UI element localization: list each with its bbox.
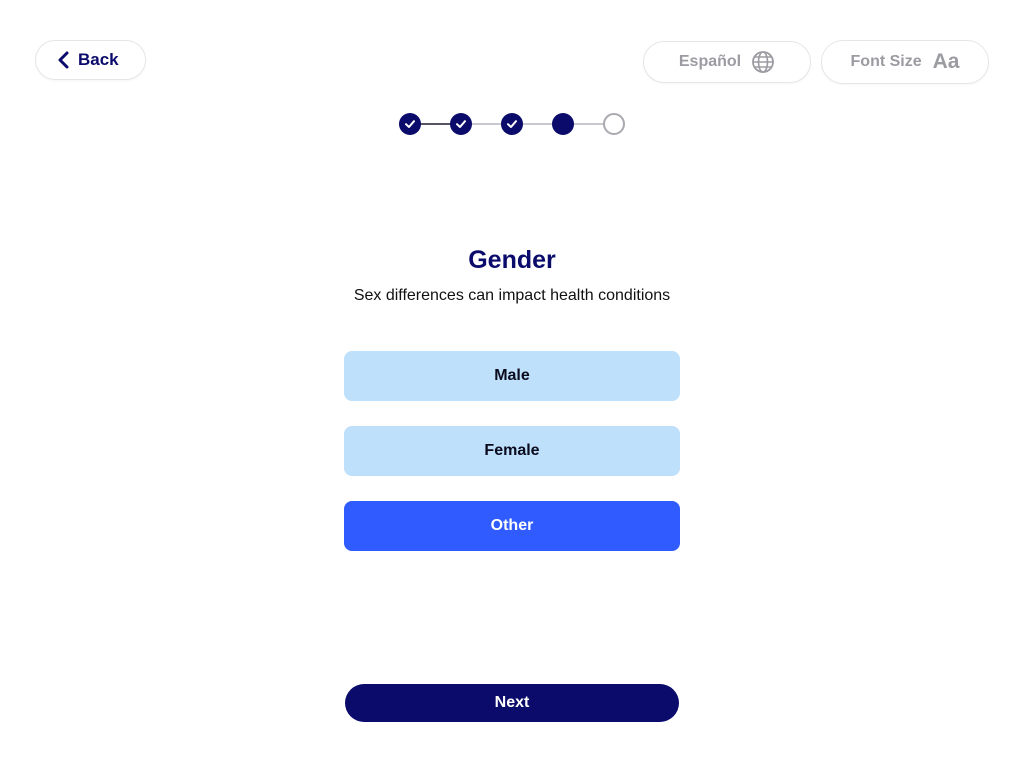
step-4-current [552,113,574,135]
gender-question-page: Back Español Font Size Aa Gender Sex dif… [0,0,1024,768]
language-toggle-button[interactable]: Español [643,41,811,83]
font-size-icon: Aa [932,50,960,73]
question-title: Gender [468,246,556,274]
globe-icon [751,50,775,74]
step-connector [471,123,502,125]
step-connector [573,123,604,125]
option-other-button[interactable]: Other [344,501,680,551]
step-connector [522,123,553,125]
font-size-label: Font Size [850,53,922,70]
option-male-button[interactable]: Male [344,351,680,401]
check-icon [405,120,415,128]
question-subtitle: Sex differences can impact health condit… [353,287,671,304]
step-1-complete [399,113,421,135]
step-connector [420,123,451,125]
chevron-left-icon [56,50,72,70]
step-5-upcoming [603,113,625,135]
next-button[interactable]: Next [345,684,679,722]
progress-stepper [399,113,625,135]
step-2-complete [450,113,472,135]
step-3-complete [501,113,523,135]
language-label: Español [678,53,742,70]
check-icon [507,120,517,128]
back-button[interactable]: Back [35,40,146,80]
font-size-button[interactable]: Font Size Aa [821,40,989,84]
back-label: Back [78,50,119,69]
check-icon [456,120,466,128]
option-female-button[interactable]: Female [344,426,680,476]
